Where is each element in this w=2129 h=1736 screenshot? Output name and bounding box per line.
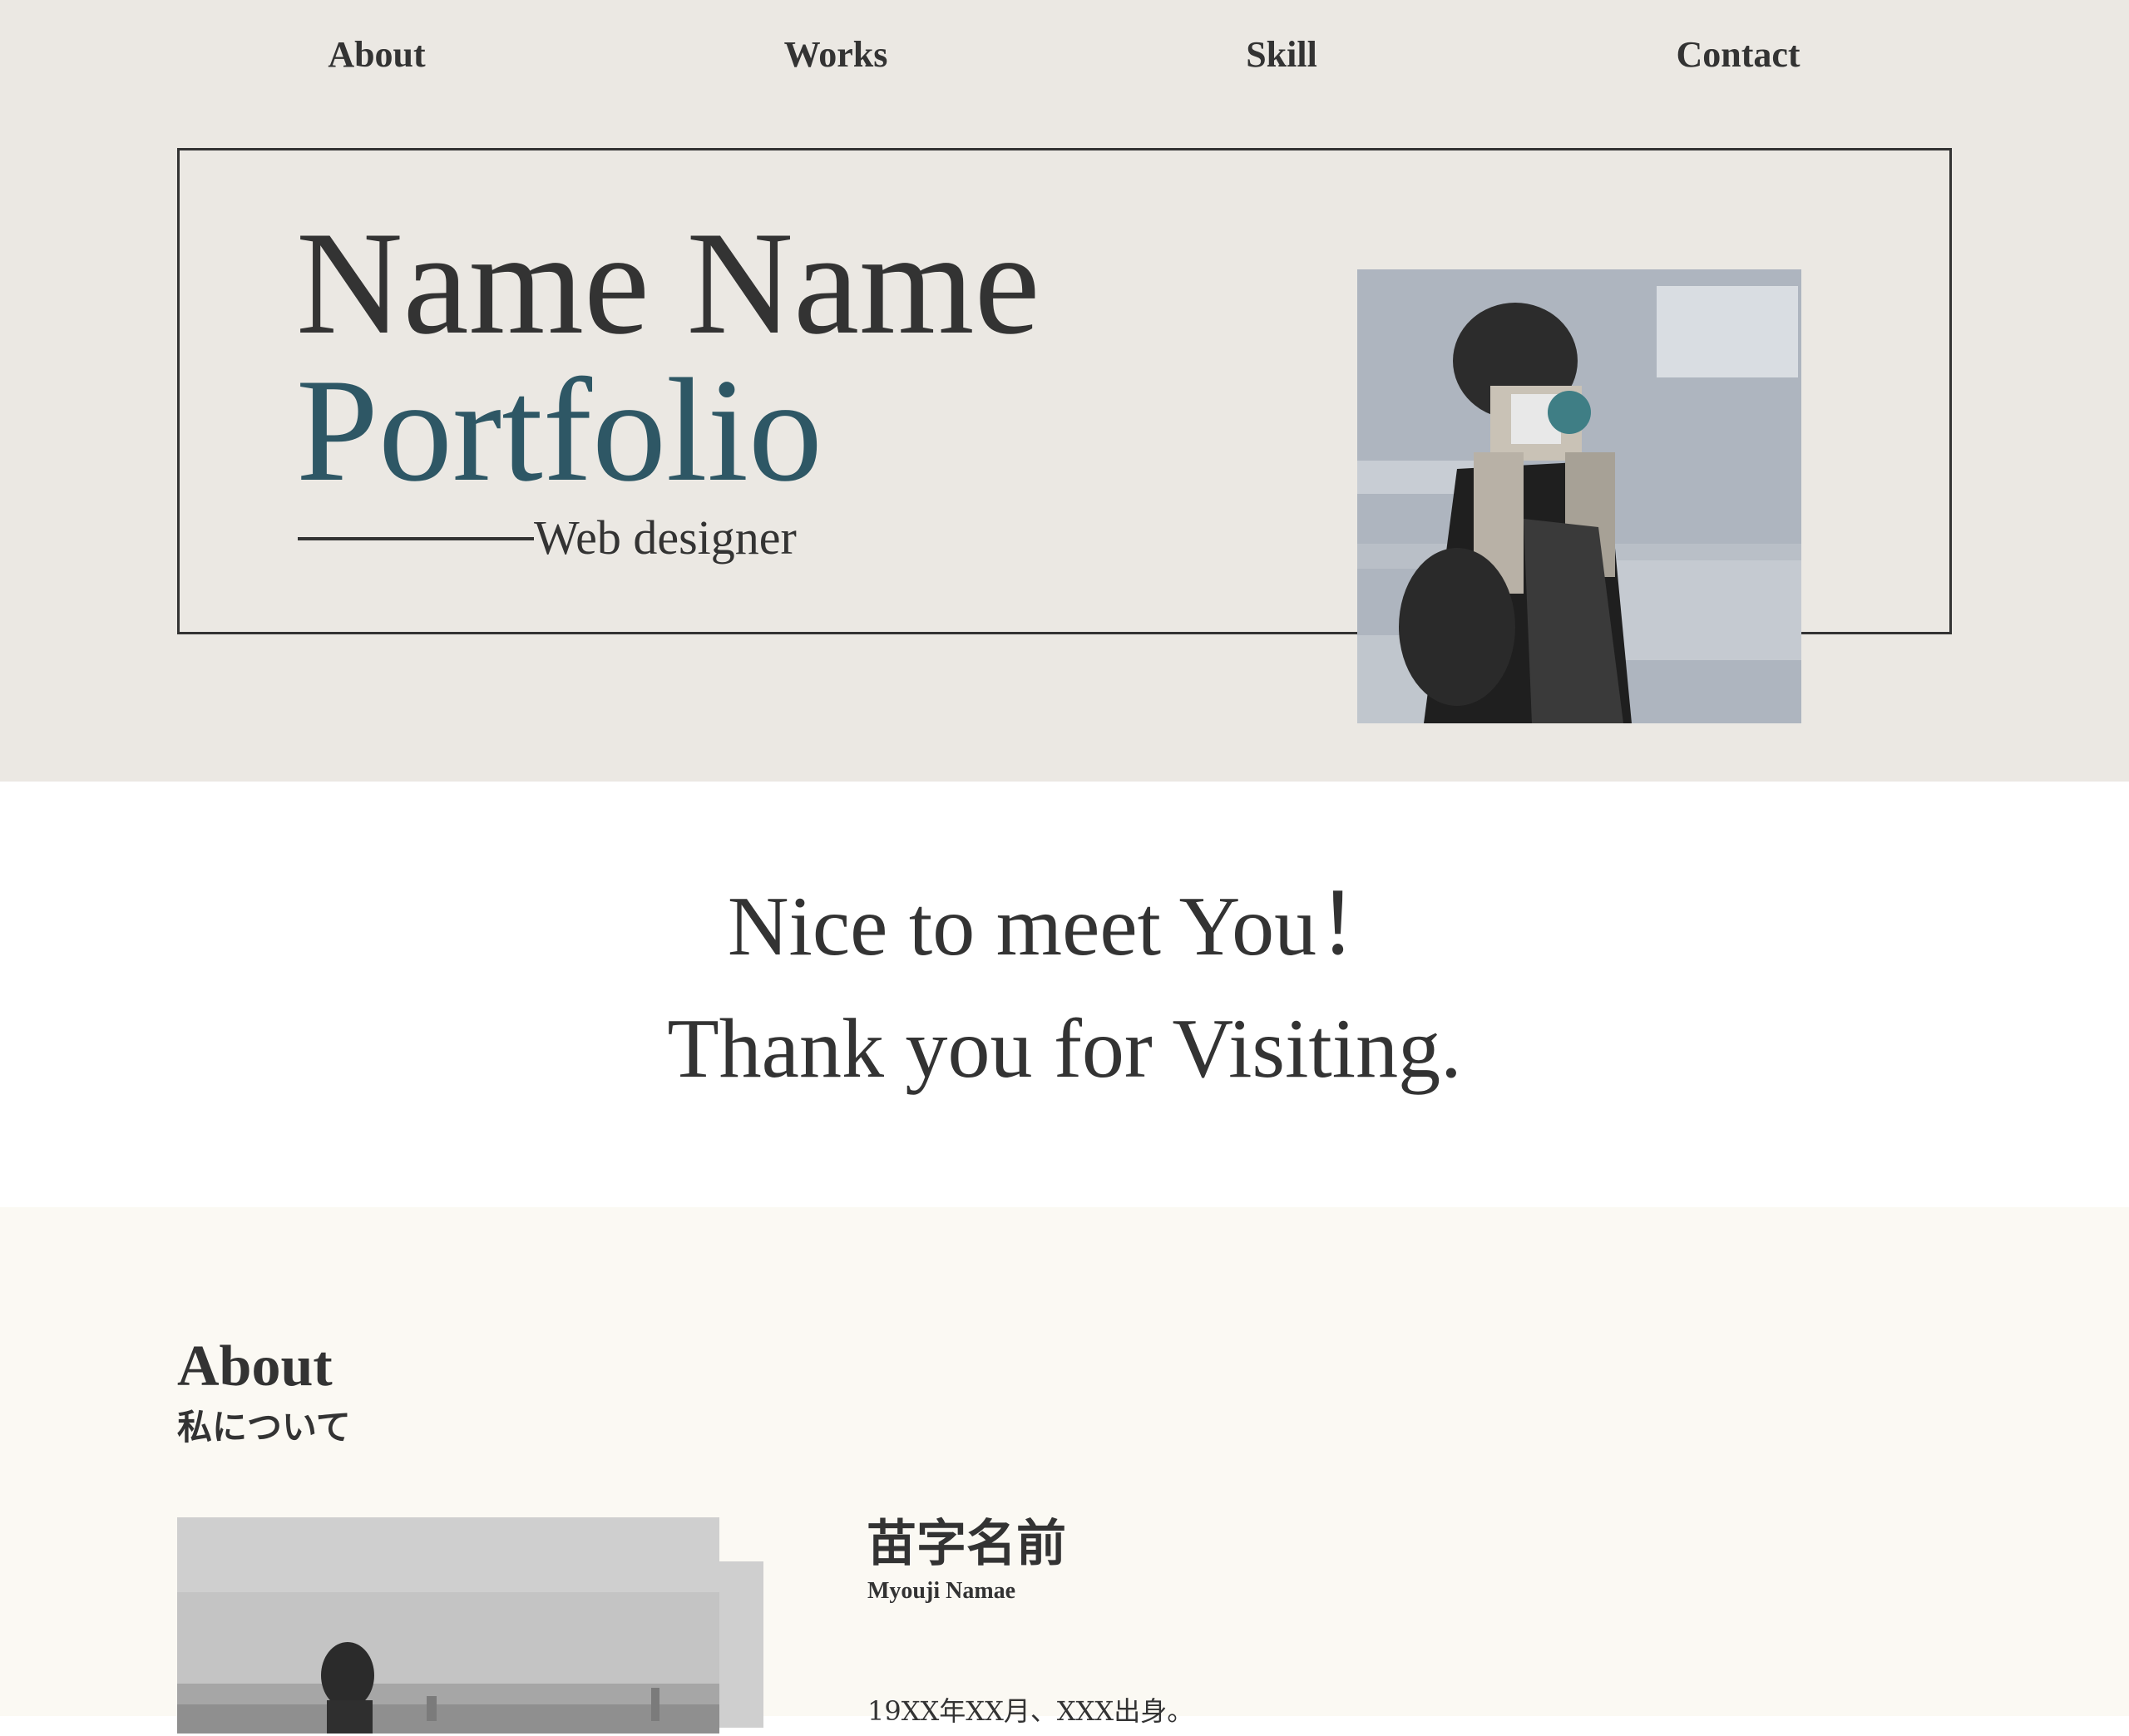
hero-role: Web designer: [534, 510, 797, 565]
top-nav: About Works Skill Contact: [0, 0, 2129, 116]
about-name-japanese: 苗字名前: [867, 1515, 1066, 1573]
nav-link-contact[interactable]: Contact: [1676, 33, 1800, 76]
greeting-line-2: Thank you for Visiting.: [667, 1002, 1462, 1096]
nav-link-about[interactable]: About: [328, 33, 425, 76]
nav-link-skill[interactable]: Skill: [1246, 33, 1317, 76]
hero-section: About Works Skill Contact Name Name Port…: [0, 0, 2129, 782]
nav-link-works[interactable]: Works: [784, 33, 888, 76]
subtitle-rule: [298, 537, 534, 540]
about-photo: [177, 1517, 719, 1734]
about-bio-line: 19XX年XX月、XXX出身。: [867, 1695, 1194, 1727]
hero-profile-photo: [1357, 269, 1801, 723]
about-subheading: 私について: [177, 1407, 351, 1447]
hero-name: Name Name: [296, 200, 1040, 365]
about-heading: About: [177, 1334, 333, 1398]
about-photo-shadow: [714, 1561, 763, 1728]
greeting-section: Nice to meet You！ Thank you for Visiting…: [0, 782, 2129, 1207]
greeting-line-1: Nice to meet You！: [727, 880, 1402, 974]
about-section: About 私について 苗字名前 Myouji Namae 19XX年XX月、X…: [0, 1207, 2129, 1734]
about-name-english: Myouji Namae: [867, 1578, 1016, 1604]
hero-portfolio-title: Portfolio: [296, 348, 822, 512]
